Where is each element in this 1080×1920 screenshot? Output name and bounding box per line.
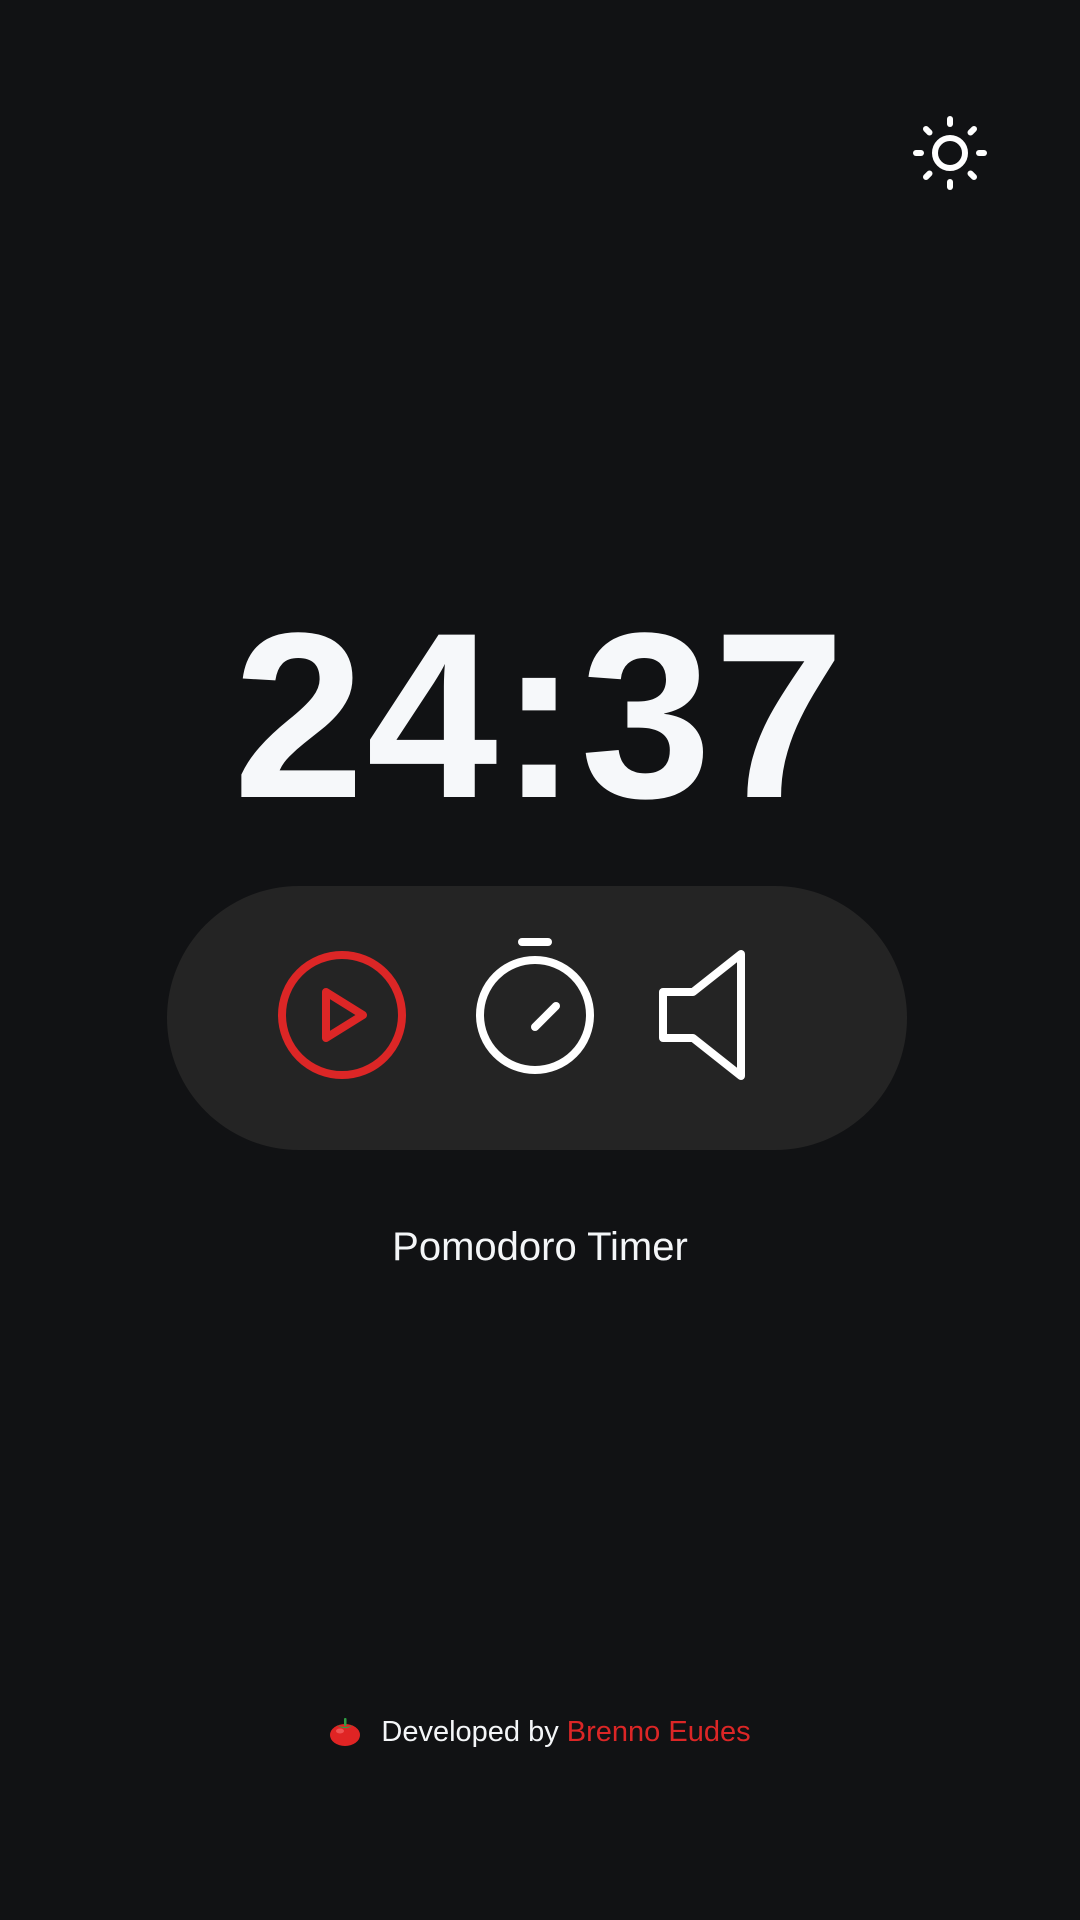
- controls-panel: [167, 886, 907, 1150]
- timer-display: 24:37: [233, 584, 847, 848]
- sun-icon: [913, 116, 987, 190]
- sound-toggle-button[interactable]: [653, 948, 755, 1082]
- timer-mode-button[interactable]: [473, 936, 597, 1076]
- footer: Developed by Brenno Eudes: [0, 1712, 1080, 1752]
- footer-credit-prefix: Developed by: [381, 1716, 559, 1748]
- theme-toggle-button[interactable]: [910, 113, 990, 193]
- volume-icon: [659, 950, 745, 1080]
- author-link[interactable]: Brenno Eudes: [567, 1712, 751, 1752]
- pomodoro-app: 24:37 Pomodoro Timer Developed by Brenno…: [0, 0, 1080, 1920]
- footer-spacer: [559, 1712, 567, 1752]
- play-button[interactable]: [275, 948, 409, 1082]
- play-circle-icon: [278, 951, 406, 1079]
- stopwatch-icon: [476, 938, 594, 1074]
- tomato-icon: [329, 1717, 361, 1747]
- app-title: Pomodoro Timer: [392, 1225, 688, 1269]
